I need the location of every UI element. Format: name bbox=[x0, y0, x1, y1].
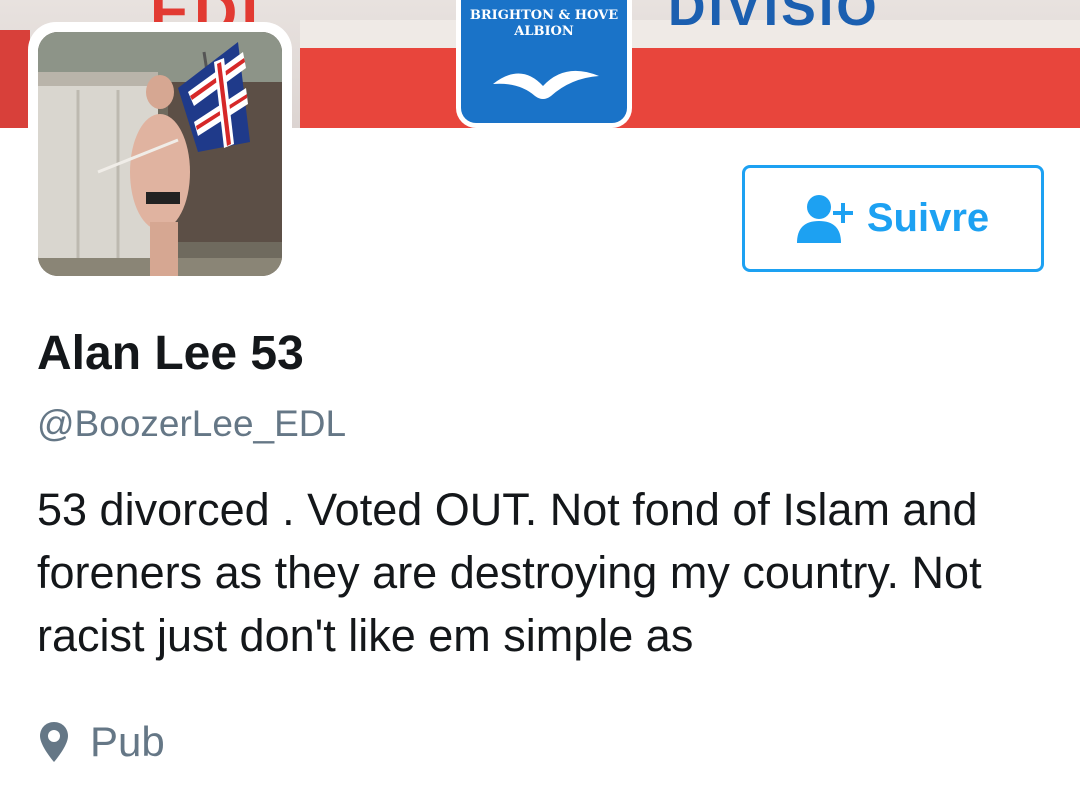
club-badge: BRIGHTON & HOVE ALBION bbox=[456, 0, 632, 128]
banner-flag-red bbox=[300, 48, 1080, 128]
banner-text-right: DIVISIO bbox=[668, 0, 880, 37]
club-badge-text: BRIGHTON & HOVE ALBION bbox=[469, 8, 619, 39]
follow-button-label: Suivre bbox=[866, 196, 990, 240]
profile-handle[interactable]: @BoozerLee_EDL bbox=[37, 403, 346, 445]
banner-flag-edge bbox=[0, 30, 30, 128]
seagull-icon bbox=[493, 70, 599, 99]
user-plus-icon bbox=[796, 194, 853, 243]
avatar-photo-illustration bbox=[38, 32, 282, 276]
location-text: Pub bbox=[90, 718, 165, 765]
profile-bio: 53 divorced . Voted OUT. Not fond of Isl… bbox=[37, 484, 982, 661]
location-pin-icon bbox=[40, 722, 68, 762]
profile-avatar[interactable] bbox=[28, 22, 292, 286]
profile-name: Alan Lee 53 bbox=[37, 327, 304, 380]
profile-location: Pub bbox=[40, 718, 165, 766]
avatar-photo bbox=[38, 32, 282, 276]
follow-button[interactable]: Suivre bbox=[742, 165, 1044, 272]
